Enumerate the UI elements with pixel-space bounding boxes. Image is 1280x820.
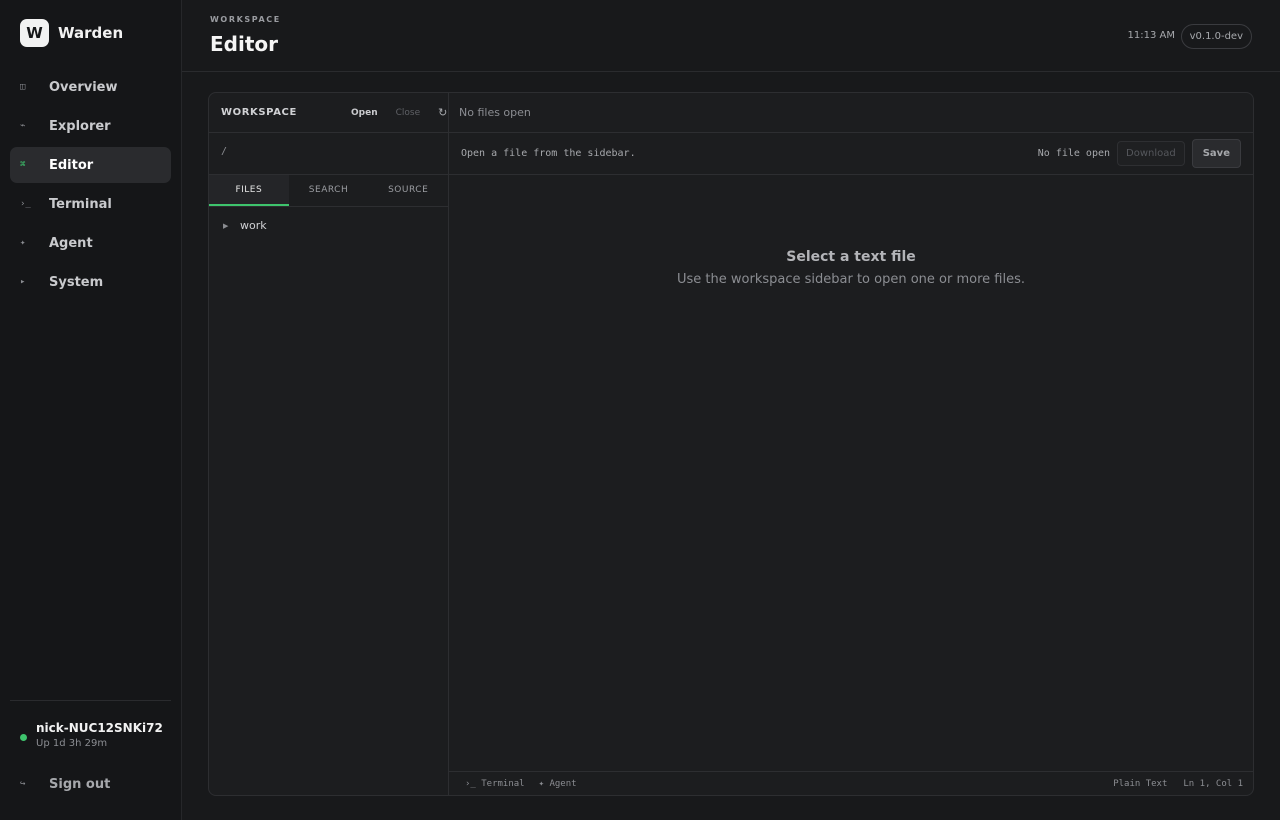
host-info: nick-NUC12SNKi72 Up 1d 3h 29m [20,721,163,749]
file-tree: ▶ work [209,207,448,232]
sign-out-label: Sign out [49,776,111,792]
agent-icon: ✦ [20,238,26,248]
language-indicator[interactable]: Plain Text [1113,779,1167,789]
nav-item-system[interactable]: ▸ System [10,264,171,300]
host-name: nick-NUC12SNKi72 [36,721,163,735]
nav-item-agent[interactable]: ✦ Agent [10,225,171,261]
agent-link[interactable]: ✦ Agent [539,779,577,789]
workspace-sidebar: WORKSPACE Open Close ↻ / FILES SEARCH SO… [209,93,449,795]
workspace-path: / [209,133,448,175]
editor-icon: ⌘ [20,160,26,170]
nav-item-label: Editor [49,157,94,173]
tree-item-label: work [240,219,267,232]
overview-icon: ◫ [20,82,26,92]
page-header: WORKSPACE Editor 11:13 AM v0.1.0-dev [182,0,1280,72]
editor-toolbar: Open a file from the sidebar. No file op… [449,133,1253,175]
brand[interactable]: W Warden [20,19,123,47]
cursor-position: Ln 1, Col 1 [1183,778,1243,789]
save-button[interactable]: Save [1191,139,1241,168]
editor-panel: WORKSPACE Open Close ↻ / FILES SEARCH SO… [208,92,1254,796]
empty-state-title: Select a text file [786,249,916,265]
editor-statusbar: ›_ Terminal ✦ Agent Plain Text Ln 1, Col… [449,771,1253,795]
chevron-right-icon: ▶ [223,221,229,230]
tree-item-work[interactable]: ▶ work [209,207,448,232]
sidebar-divider [10,700,171,701]
nav-item-terminal[interactable]: ›_ Terminal [10,186,171,222]
nav-item-label: Agent [49,235,93,251]
nav-item-label: Overview [49,79,118,95]
app-logo: W [20,19,49,47]
download-button[interactable]: Download [1117,141,1185,166]
tab-search[interactable]: SEARCH [289,175,369,206]
sidebar: W Warden ◫ Overview ⌁ Explorer ⌘ Editor … [0,0,182,820]
terminal-link[interactable]: ›_ Terminal [465,779,525,789]
empty-state-subtitle: Use the workspace sidebar to open one or… [677,272,1025,287]
nav-item-label: Terminal [49,196,112,212]
nav-item-editor[interactable]: ⌘ Editor [10,147,171,183]
nav-item-label: System [49,274,104,290]
open-workspace-button[interactable]: Open [351,108,378,118]
system-icon: ▸ [20,277,26,287]
workspace-header: WORKSPACE Open Close ↻ [209,93,448,133]
workspace-title: WORKSPACE [221,107,297,118]
nav-item-label: Explorer [49,118,111,134]
editor-hint: Open a file from the sidebar. [461,148,636,159]
sign-out-icon: ↪ [20,779,26,789]
workspace-tabs: FILES SEARCH SOURCE [209,175,448,207]
close-workspace-button[interactable]: Close [396,108,421,118]
nav-item-overview[interactable]: ◫ Overview [10,69,171,105]
editor-area: No files open Open a file from the sideb… [449,93,1253,795]
host-uptime: Up 1d 3h 29m [36,738,108,749]
file-status: No file open [1037,148,1111,159]
tab-files[interactable]: FILES [209,175,289,206]
terminal-icon: ›_ [20,199,31,209]
page-eyebrow: WORKSPACE [210,15,281,24]
page-title: Editor [210,32,278,56]
editor-tabs: No files open [449,93,1253,133]
clock: 11:13 AM [1127,30,1175,41]
version-badge: v0.1.0-dev [1180,24,1252,49]
host-status-dot [20,734,27,741]
nav-item-explorer[interactable]: ⌁ Explorer [10,108,171,144]
app-name: Warden [58,24,124,42]
main-nav: ◫ Overview ⌁ Explorer ⌘ Editor ›_ Termin… [10,69,171,303]
refresh-icon[interactable]: ↻ [438,106,447,119]
explorer-icon: ⌁ [20,121,26,131]
sign-out-button[interactable]: ↪ Sign out [10,766,171,802]
tab-source[interactable]: SOURCE [368,175,448,206]
